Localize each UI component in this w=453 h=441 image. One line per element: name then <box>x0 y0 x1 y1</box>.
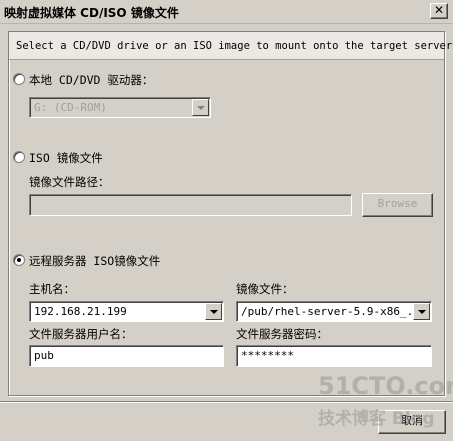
local-drive-dropdown-button[interactable] <box>192 99 209 116</box>
password-input[interactable]: ******** <box>236 345 432 367</box>
host-select[interactable]: 192.168.21.199 <box>29 301 224 322</box>
host-value: 192.168.21.199 <box>34 305 127 318</box>
chevron-down-icon <box>210 310 218 314</box>
host-dropdown-button[interactable] <box>205 303 222 320</box>
radio-selected-dot <box>17 258 21 262</box>
chevron-down-icon <box>418 310 426 314</box>
local-drive-select[interactable]: G: (CD-ROM) <box>29 97 211 118</box>
password-value: ******** <box>241 349 294 362</box>
footer-separator <box>0 401 453 403</box>
image-file-value: /pub/rhel-server-5.9-x86_... <box>241 305 427 318</box>
watermark-logo: 51CTO.com <box>318 372 453 400</box>
username-value: pub <box>34 349 54 362</box>
description-text: Select a CD/DVD drive or an ISO image to… <box>16 40 453 52</box>
browse-button[interactable]: Browse <box>362 193 433 217</box>
image-file-dropdown-button[interactable] <box>413 303 430 320</box>
iso-image-label: ISO 镜像文件 <box>29 151 103 165</box>
password-label: 文件服务器密码： <box>236 327 328 341</box>
browse-button-label: Browse <box>377 197 418 210</box>
image-file-select[interactable]: /pub/rhel-server-5.9-x86_... <box>236 301 432 322</box>
image-path-input[interactable] <box>29 194 352 216</box>
image-file-label: 镜像文件： <box>236 282 294 296</box>
remote-server-radio[interactable] <box>13 254 25 266</box>
chevron-down-icon <box>197 106 205 110</box>
username-input[interactable]: pub <box>29 345 224 367</box>
image-path-label: 镜像文件路径： <box>29 175 110 189</box>
watermark-tagline: 技术博客 Blog <box>318 409 435 429</box>
local-drive-value: G: (CD-ROM) <box>34 101 107 114</box>
window-title: 映射虚拟媒体 CD/ISO 镜像文件 <box>4 6 179 20</box>
remote-server-label: 远程服务器 ISO镜像文件 <box>29 254 161 268</box>
iso-image-radio[interactable] <box>13 151 25 163</box>
close-icon: ✕ <box>433 3 445 17</box>
close-button[interactable]: ✕ <box>430 3 448 19</box>
username-label: 文件服务器用户名： <box>29 327 133 341</box>
local-drive-label: 本地 CD/DVD 驱动器： <box>29 73 154 87</box>
host-label: 主机名： <box>29 282 75 296</box>
local-drive-radio[interactable] <box>13 73 25 85</box>
